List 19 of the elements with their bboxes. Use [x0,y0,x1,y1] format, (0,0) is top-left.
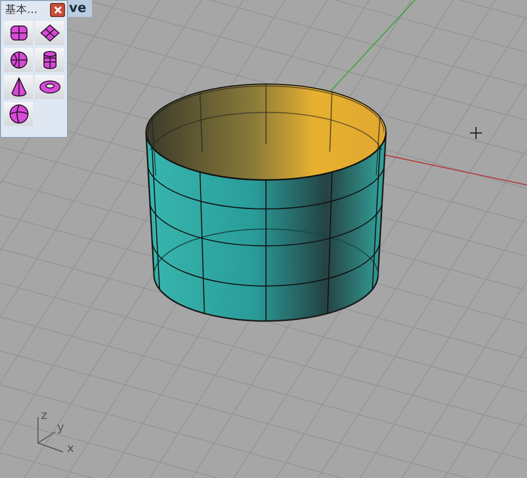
surface-icon [38,23,60,43]
toolbar-title: 基本... [5,2,38,17]
shape-tool-button[interactable] [35,75,64,99]
shape-tool-button[interactable] [35,21,64,45]
shape-tool-button[interactable] [4,21,33,45]
axis-label: z [41,408,48,422]
sphere-icon [8,50,30,70]
crosshair-icon [470,126,482,140]
ellipsoid-icon [8,104,30,124]
box-icon [8,23,30,43]
axis-label: x [67,441,74,455]
shape-tool-button[interactable] [35,48,64,72]
axis-label: y [57,420,64,434]
shape-tool-button[interactable] [4,48,33,72]
shape-tool-button[interactable] [4,75,33,99]
close-button[interactable] [50,2,65,16]
close-icon [54,6,62,14]
viewport-title[interactable]: ve [68,0,92,17]
shape-tool-button[interactable] [4,102,33,126]
